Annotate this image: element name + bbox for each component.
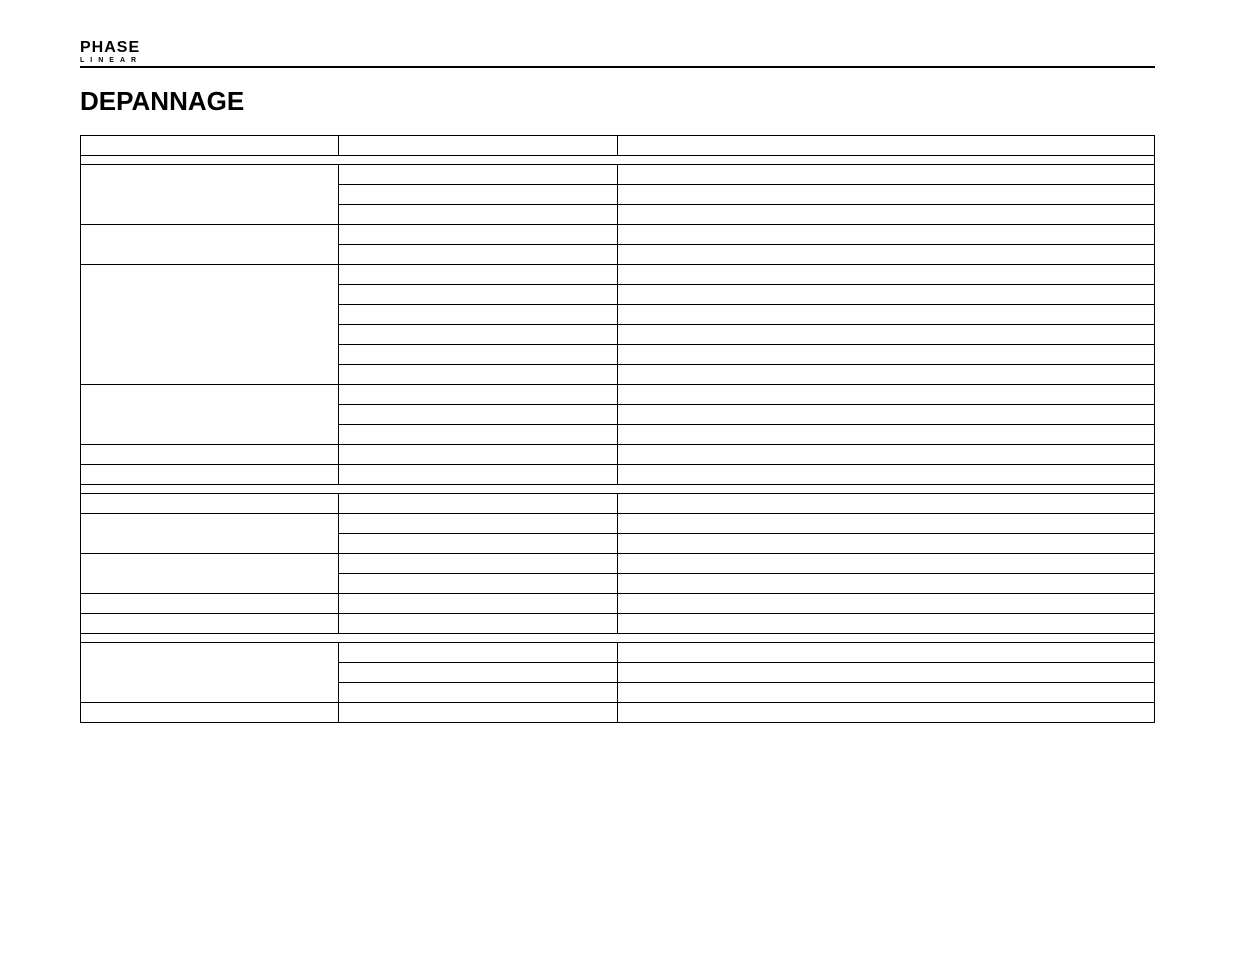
table-separator-row	[81, 156, 1155, 165]
table-cell	[338, 185, 617, 205]
table-row	[81, 465, 1155, 485]
table-cell	[617, 345, 1154, 365]
table-cell	[617, 425, 1154, 445]
table-row	[81, 703, 1155, 723]
table-cell	[617, 185, 1154, 205]
table-cell	[338, 345, 617, 365]
table-cell	[338, 643, 617, 663]
table-cell-group	[81, 165, 339, 225]
table-cell-group	[81, 554, 339, 594]
table-cell	[338, 663, 617, 683]
table-cell	[338, 205, 617, 225]
table-separator-row	[81, 634, 1155, 643]
table-cell	[617, 225, 1154, 245]
table-row	[81, 225, 1155, 245]
table-row	[81, 165, 1155, 185]
table-cell	[338, 534, 617, 554]
table-row	[81, 614, 1155, 634]
table-cell	[338, 703, 617, 723]
table-cell	[338, 285, 617, 305]
table-cell-group	[81, 614, 339, 634]
table-cell	[617, 385, 1154, 405]
table-cell	[617, 663, 1154, 683]
table-cell	[338, 494, 617, 514]
table-cell	[338, 514, 617, 534]
table-cell	[338, 465, 617, 485]
table-cell	[338, 385, 617, 405]
header-bar: PHASE LINEAR	[80, 40, 1155, 68]
table-cell	[338, 325, 617, 345]
table-row	[81, 594, 1155, 614]
table-cell	[617, 594, 1154, 614]
table-cell	[338, 425, 617, 445]
table-cell	[617, 494, 1154, 514]
table-cell	[617, 554, 1154, 574]
table-cell	[338, 225, 617, 245]
table-cell-group	[81, 494, 339, 514]
table-row	[81, 554, 1155, 574]
table-cell	[617, 205, 1154, 225]
table-header-cell	[81, 136, 339, 156]
table-cell	[338, 305, 617, 325]
table-cell-group	[81, 265, 339, 385]
table-cell	[617, 265, 1154, 285]
table-cell	[617, 285, 1154, 305]
page-title: DEPANNAGE	[80, 86, 1155, 117]
troubleshooting-table	[80, 135, 1155, 723]
table-cell	[617, 325, 1154, 345]
table-cell-group	[81, 703, 339, 723]
table-cell	[338, 365, 617, 385]
table-cell-group	[81, 225, 339, 265]
table-cell	[338, 554, 617, 574]
logo-top-text: PHASE	[80, 40, 142, 56]
table-row	[81, 514, 1155, 534]
table-separator-cell	[81, 634, 1155, 643]
table-row	[81, 265, 1155, 285]
table-cell	[617, 514, 1154, 534]
table-cell	[617, 245, 1154, 265]
brand-logo: PHASE LINEAR	[80, 40, 142, 64]
table-cell-group	[81, 514, 339, 554]
table-cell	[338, 245, 617, 265]
table-cell	[617, 574, 1154, 594]
table-cell	[617, 614, 1154, 634]
table-cell	[617, 465, 1154, 485]
table-cell	[338, 594, 617, 614]
table-cell	[617, 643, 1154, 663]
table-cell	[338, 445, 617, 465]
table-cell-group	[81, 445, 339, 465]
table-separator-cell	[81, 156, 1155, 165]
table-separator-row	[81, 485, 1155, 494]
table-cell-group	[81, 385, 339, 445]
table-cell-group	[81, 643, 339, 703]
table-row	[81, 385, 1155, 405]
table-cell	[617, 305, 1154, 325]
table-row	[81, 643, 1155, 663]
table-cell	[338, 265, 617, 285]
table-cell	[338, 574, 617, 594]
table-cell	[338, 165, 617, 185]
table-header-row	[81, 136, 1155, 156]
table-header-cell	[338, 136, 617, 156]
page: PHASE LINEAR DEPANNAGE	[0, 0, 1235, 783]
table-cell-group	[81, 594, 339, 614]
table-cell	[617, 683, 1154, 703]
table-cell	[617, 365, 1154, 385]
table-cell	[338, 683, 617, 703]
table-cell	[617, 534, 1154, 554]
logo-bottom-text: LINEAR	[80, 57, 142, 64]
table-header-cell	[617, 136, 1154, 156]
table-cell	[617, 165, 1154, 185]
table-row	[81, 445, 1155, 465]
table-cell	[338, 405, 617, 425]
table-cell-group	[81, 465, 339, 485]
table-cell	[617, 405, 1154, 425]
table-cell	[617, 703, 1154, 723]
table-separator-cell	[81, 485, 1155, 494]
table-cell	[617, 445, 1154, 465]
table-row	[81, 494, 1155, 514]
table-cell	[338, 614, 617, 634]
